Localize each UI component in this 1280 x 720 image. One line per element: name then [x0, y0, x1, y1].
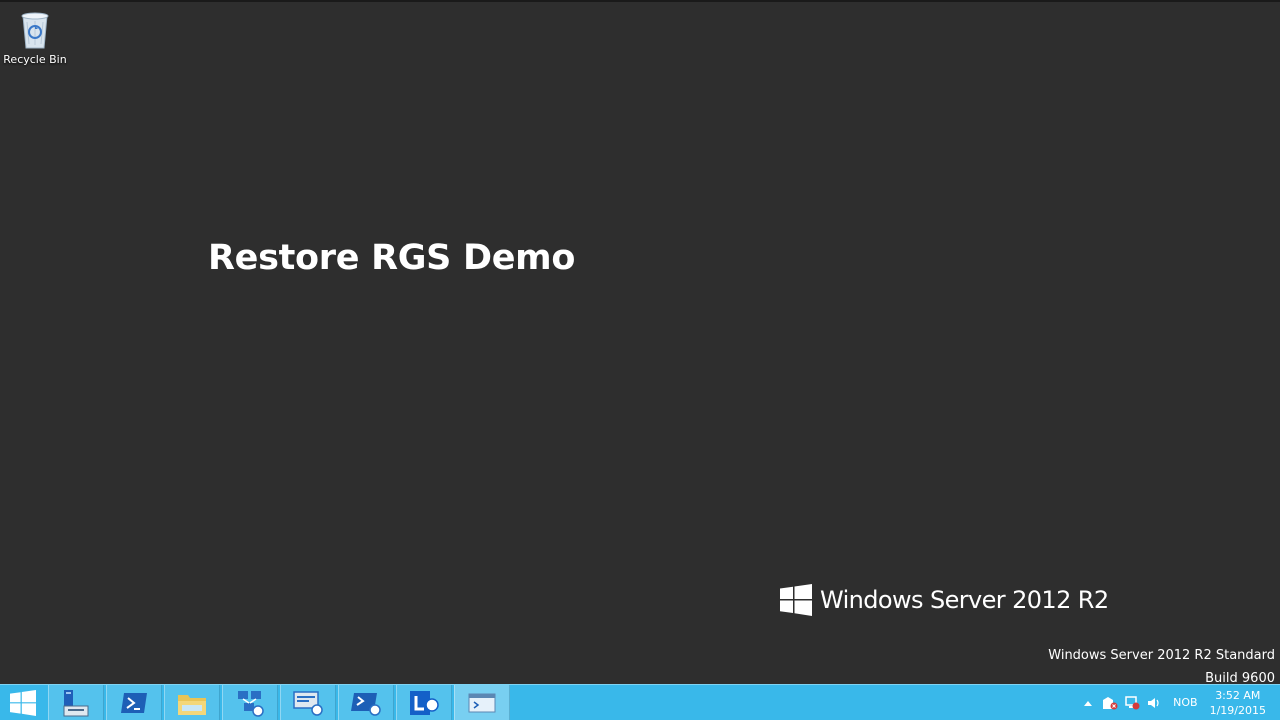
taskbar: NOB 3:52 AM 1/19/2015	[0, 684, 1280, 720]
powershell-icon	[121, 692, 147, 713]
taskbar-management-shell[interactable]	[338, 685, 394, 720]
recycle-bin-icon	[15, 8, 55, 52]
folder-icon	[178, 694, 206, 715]
management-shell-icon	[351, 692, 381, 716]
topology-icon	[238, 690, 264, 717]
recycle-bin-shortcut[interactable]: Recycle Bin	[2, 8, 68, 67]
show-hidden-icons-icon[interactable]	[1077, 692, 1099, 714]
taskbar-deployment-wizard[interactable]	[280, 685, 336, 720]
volume-icon[interactable]	[1143, 692, 1165, 714]
server-manager-icon	[63, 689, 89, 716]
taskbar-powershell-active[interactable]	[454, 685, 510, 720]
slide-title: Restore RGS Demo	[208, 238, 576, 278]
edition-line: Windows Server 2012 R2 Standard	[1048, 648, 1275, 663]
windows-logo-icon	[10, 689, 36, 716]
clock-time: 3:52 AM	[1215, 688, 1261, 702]
deployment-icon	[293, 690, 323, 716]
input-language-indicator[interactable]: NOB	[1173, 696, 1197, 709]
desktop: Recycle Bin Restore RGS Demo Windows Ser…	[0, 0, 1280, 686]
windows-logo-icon	[780, 584, 812, 616]
taskbar-topology-builder[interactable]	[222, 685, 278, 720]
brand-text: Windows Server 2012 R2	[820, 586, 1109, 614]
clock-date: 1/19/2015	[1209, 703, 1266, 717]
network-icon[interactable]	[1121, 692, 1143, 714]
taskbar-powershell[interactable]	[106, 685, 162, 720]
windows-server-branding: Windows Server 2012 R2	[780, 584, 1109, 616]
lync-icon	[410, 690, 439, 715]
taskbar-file-explorer[interactable]	[164, 685, 220, 720]
clock[interactable]: 3:52 AM 1/19/2015	[1206, 688, 1280, 718]
system-tray: NOB 3:52 AM 1/19/2015	[1077, 685, 1280, 720]
taskbar-lync-control-panel[interactable]	[396, 685, 452, 720]
recycle-bin-label: Recycle Bin	[3, 53, 67, 66]
powershell-window-icon	[468, 693, 496, 712]
taskbar-server-manager[interactable]	[48, 685, 104, 720]
action-center-icon[interactable]	[1099, 692, 1121, 714]
start-button[interactable]	[0, 685, 46, 720]
